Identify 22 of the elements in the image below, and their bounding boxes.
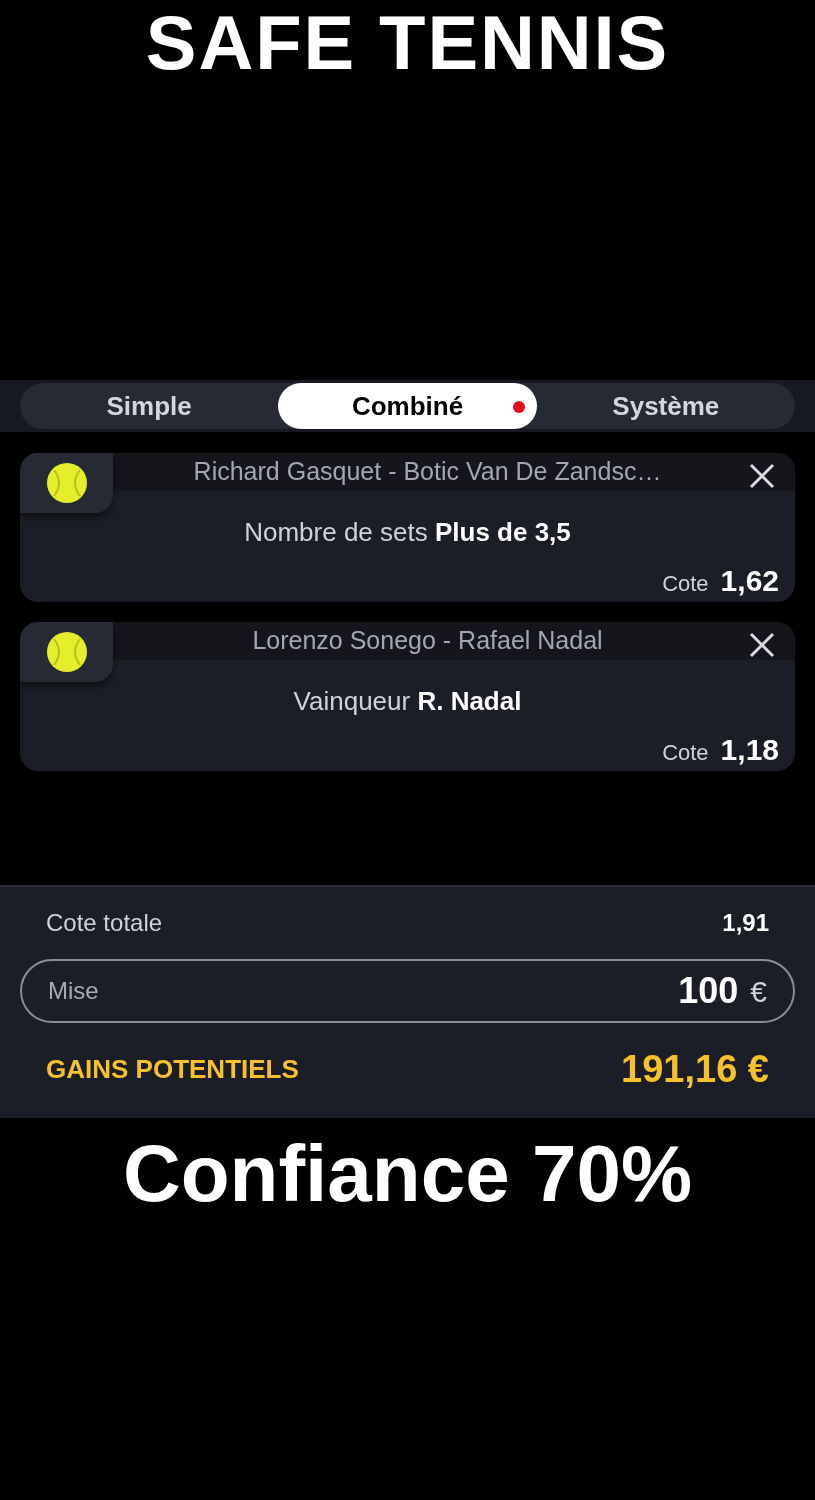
potential-gains-value: 191,16 €	[621, 1046, 769, 1092]
tab[interactable]: Système	[536, 383, 795, 429]
odds-value: 1,18	[720, 731, 779, 768]
confidence-caption: Confiance 70%	[122, 1134, 693, 1214]
headline: SAFE TENNIS	[145, 5, 670, 81]
close-button[interactable]	[749, 632, 775, 658]
bet-selection: Vainqueur R. Nadal	[293, 684, 522, 718]
odds-label: Cote	[662, 738, 709, 767]
stake-field[interactable]: Mise 100 €	[20, 959, 795, 1023]
bet-selection: Nombre de sets Plus de 3,5	[244, 515, 571, 549]
total-odds-value: 1,91	[722, 908, 769, 938]
odds-value: 1,62	[720, 562, 779, 599]
odds-label: Cote	[662, 569, 709, 598]
tab[interactable]: Combiné	[278, 383, 537, 429]
tab[interactable]: Simple	[20, 383, 279, 429]
match-name: Lorenzo Sonego - Rafael Nadal	[251, 625, 604, 656]
tennis-ball-icon	[45, 462, 88, 504]
potential-gains-label: GAINS POTENTIELS	[46, 1052, 299, 1086]
total-odds-label: Cote totale	[46, 908, 163, 938]
match-name: Richard Gasquet - Botic Van De Zandsc…	[192, 456, 663, 487]
tennis-ball-icon	[45, 631, 88, 673]
close-button[interactable]	[749, 463, 775, 489]
